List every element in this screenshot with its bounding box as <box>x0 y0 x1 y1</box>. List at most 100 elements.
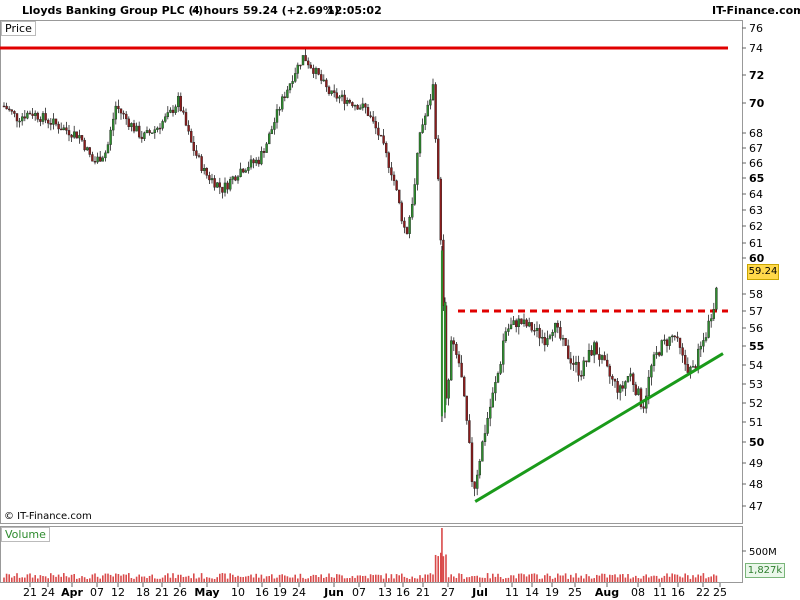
candle-body <box>275 109 279 123</box>
candle <box>470 437 474 488</box>
volume-bar <box>185 576 187 582</box>
volume-bar <box>432 574 434 582</box>
price-tick-label: 61 <box>749 237 763 250</box>
volume-bar <box>619 574 621 582</box>
volume-bar <box>76 578 78 582</box>
volume-bar <box>29 573 31 582</box>
volume-bar <box>609 574 611 582</box>
candle-body <box>603 355 606 361</box>
volume-bar <box>60 576 62 582</box>
time-tick-label: May <box>194 586 219 599</box>
volume-bar <box>172 573 174 582</box>
price-tick-label: 67 <box>749 142 763 155</box>
volume-panel-label: Volume <box>1 527 50 542</box>
time-tick-label: 21 <box>416 586 430 599</box>
volume-bar <box>195 578 198 582</box>
volume-bar <box>96 576 99 582</box>
volume-bar <box>346 578 348 582</box>
candle-body <box>577 361 580 376</box>
candle-body <box>179 96 183 112</box>
candle-body <box>23 116 26 119</box>
volume-bar <box>50 573 52 582</box>
candle-body <box>421 124 424 133</box>
candle-body <box>468 420 471 443</box>
volume-bar <box>247 575 250 582</box>
volume-bar <box>24 577 26 582</box>
candle-body <box>174 106 177 113</box>
candle-body <box>143 132 146 139</box>
candle-body <box>215 182 219 188</box>
volume-bar <box>232 574 234 582</box>
candle-body <box>335 92 338 99</box>
volume-bar <box>518 573 520 582</box>
volume-bar <box>252 577 255 582</box>
candle-body <box>473 481 476 489</box>
candle-body <box>41 113 45 122</box>
volume-bar <box>182 576 185 582</box>
volume-bar <box>138 574 140 582</box>
candle <box>434 82 437 143</box>
volume-bar <box>583 578 585 582</box>
candle-body <box>296 64 299 74</box>
candle-body <box>254 159 258 164</box>
volume-tick-label: 500M <box>749 547 777 558</box>
volume-bar <box>307 578 309 582</box>
candle-body <box>434 84 437 140</box>
candle-body <box>104 152 107 159</box>
candle-body <box>398 189 401 203</box>
time-tick-label: 14 <box>525 586 539 599</box>
volume-bar <box>310 576 312 582</box>
price-chart[interactable]: 7674727068676665646362616058575655545352… <box>0 0 800 600</box>
volume-bar <box>614 574 616 582</box>
volume-bar <box>476 575 478 582</box>
candle-body <box>694 366 697 369</box>
volume-bar <box>466 577 468 582</box>
volume-bar <box>525 576 528 582</box>
candle-body <box>707 320 710 338</box>
volume-bar <box>291 577 294 582</box>
volume-bar <box>684 573 686 582</box>
candle-body <box>270 129 273 135</box>
candle-body <box>239 168 242 177</box>
candle-body <box>13 111 16 114</box>
candle-body <box>359 107 362 110</box>
time-tick-label: 13 <box>378 586 392 599</box>
volume-bar <box>11 577 13 582</box>
candle-body <box>7 108 11 111</box>
candle-body <box>228 179 232 190</box>
volume-bar <box>458 573 460 582</box>
candle-body <box>710 318 713 322</box>
time-tick-label: 25 <box>568 586 582 599</box>
candle-body <box>413 184 416 205</box>
candle-body <box>34 112 37 116</box>
price-tick-label: 48 <box>749 478 763 491</box>
candle-body <box>600 355 604 360</box>
candle-body <box>60 128 63 131</box>
candle-body <box>470 442 474 482</box>
time-tick-label: 26 <box>173 586 187 599</box>
candle-body <box>124 113 128 120</box>
candle-body <box>330 90 333 94</box>
volume-bar <box>419 575 421 582</box>
price-panel[interactable] <box>0 20 743 524</box>
candle-body <box>580 375 583 377</box>
volume-bar <box>557 573 559 582</box>
volume-bar <box>278 574 281 582</box>
volume-bar <box>694 577 697 582</box>
volume-bar <box>700 575 702 582</box>
candle-body <box>314 68 318 74</box>
volume-bar <box>388 578 390 582</box>
candle-body <box>356 104 359 110</box>
candle-body <box>509 324 513 329</box>
volume-bar <box>367 578 369 582</box>
candle-body <box>65 127 68 131</box>
candle-body <box>382 135 385 144</box>
volume-bar <box>585 574 588 582</box>
volume-bar <box>161 577 164 582</box>
volume-panel[interactable] <box>0 526 743 583</box>
volume-bar <box>63 573 65 582</box>
candle-body <box>70 134 73 138</box>
candle-body <box>658 352 661 356</box>
candle-body <box>260 151 263 165</box>
time-tick-label: 19 <box>273 586 287 599</box>
